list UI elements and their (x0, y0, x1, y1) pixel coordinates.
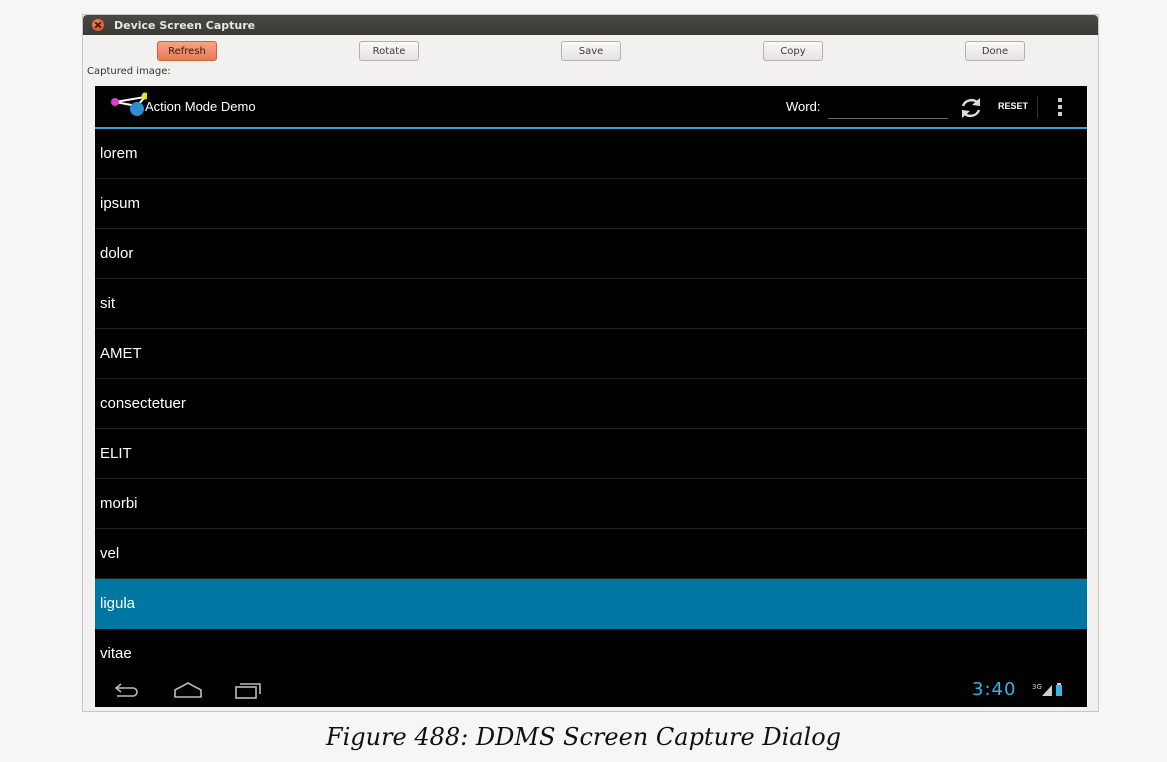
home-icon[interactable] (173, 680, 203, 700)
word-list: lorem ipsum dolor sit AMET consectetuer ELIT mo… (95, 129, 1087, 679)
refresh-button[interactable]: Refresh (157, 41, 217, 61)
action-bar: Action Mode Demo Word: RESET (95, 86, 1087, 129)
list-item[interactable]: consectetuer (95, 379, 1087, 429)
word-label: Word: (786, 99, 821, 114)
app-title: Action Mode Demo (145, 99, 256, 114)
word-input[interactable] (828, 96, 948, 119)
list-item[interactable]: ligula (95, 579, 1087, 629)
toolbar: Refresh Rotate Save Copy Done (83, 35, 1098, 63)
close-icon[interactable] (92, 19, 104, 31)
app-icon (111, 92, 147, 116)
captured-device-screen: Action Mode Demo Word: RESET lorem ipsum d… (95, 86, 1087, 707)
save-button[interactable]: Save (561, 41, 621, 61)
screen-capture-window: Device Screen Capture Refresh Rotate Sav… (82, 14, 1099, 712)
done-button[interactable]: Done (965, 41, 1025, 61)
window-title: Device Screen Capture (114, 18, 256, 32)
window-titlebar[interactable]: Device Screen Capture (83, 15, 1098, 35)
copy-button[interactable]: Copy (763, 41, 823, 61)
list-item[interactable]: AMET (95, 329, 1087, 379)
status-clock: 3:40 (972, 679, 1017, 700)
overflow-menu-icon[interactable] (1058, 98, 1062, 116)
recent-apps-icon[interactable] (233, 680, 263, 700)
system-nav-bar: 3:40 3G (95, 671, 1087, 707)
reset-button[interactable]: RESET (998, 101, 1028, 111)
signal-icon: 3G (1032, 683, 1062, 696)
list-item[interactable]: dolor (95, 229, 1087, 279)
back-icon[interactable] (113, 680, 143, 700)
list-item[interactable]: ipsum (95, 179, 1087, 229)
actionbar-divider (1037, 96, 1038, 118)
list-item[interactable]: lorem (95, 129, 1087, 179)
figure-caption: Figure 488: DDMS Screen Capture Dialog (325, 723, 842, 751)
list-item[interactable]: sit (95, 279, 1087, 329)
list-item[interactable]: ELIT (95, 429, 1087, 479)
rotate-button[interactable]: Rotate (359, 41, 419, 61)
refresh-icon[interactable] (958, 95, 984, 121)
captured-image-label: Captured image: (87, 66, 171, 77)
list-item[interactable]: vel (95, 529, 1087, 579)
network-type-label: 3G (1032, 683, 1042, 691)
list-item[interactable]: morbi (95, 479, 1087, 529)
